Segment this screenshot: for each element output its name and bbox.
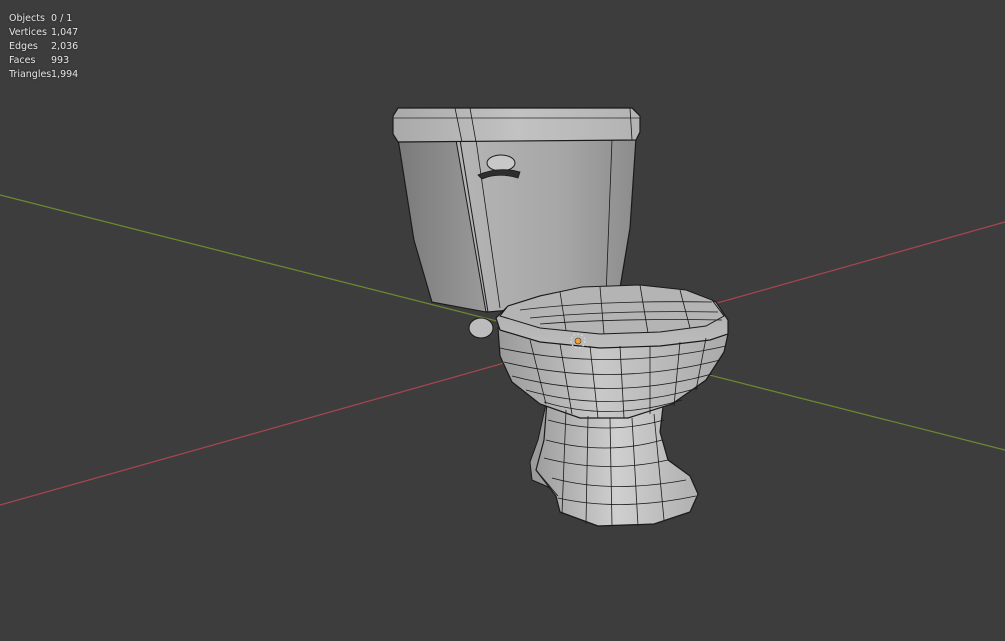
water-supply-valve: [468, 317, 494, 339]
stat-objects: Objects 0 / 1: [9, 12, 78, 26]
stat-faces-label: Faces: [9, 55, 36, 67]
stat-vertices-value: 1,047: [51, 27, 79, 39]
stat-objects-value: 0 / 1: [51, 13, 73, 24]
stat-objects-label: Objects: [9, 13, 45, 24]
toilet-tank-lid: [392, 107, 641, 143]
3d-viewport[interactable]: Objects 0 / 1 Vertices 1,047 Edges 2,036…: [0, 0, 1005, 641]
stat-faces-value: 993: [51, 55, 70, 67]
stat-triangles: Triangles 1,994: [9, 68, 78, 82]
stat-edges-label: Edges: [9, 41, 38, 53]
stat-faces: Faces 993: [9, 54, 78, 68]
viewport-statistics-overlay: Objects 0 / 1 Vertices 1,047 Edges 2,036…: [9, 12, 78, 82]
stat-triangles-label: Triangles: [9, 69, 52, 81]
stat-triangles-value: 1,994: [51, 69, 79, 81]
stat-vertices: Vertices 1,047: [9, 26, 78, 40]
stat-vertices-label: Vertices: [9, 27, 47, 39]
stat-edges: Edges 2,036: [9, 40, 78, 54]
stat-edges-value: 2,036: [51, 41, 79, 53]
scene-canvas[interactable]: [0, 0, 1005, 641]
toilet-mesh[interactable]: [392, 107, 729, 527]
